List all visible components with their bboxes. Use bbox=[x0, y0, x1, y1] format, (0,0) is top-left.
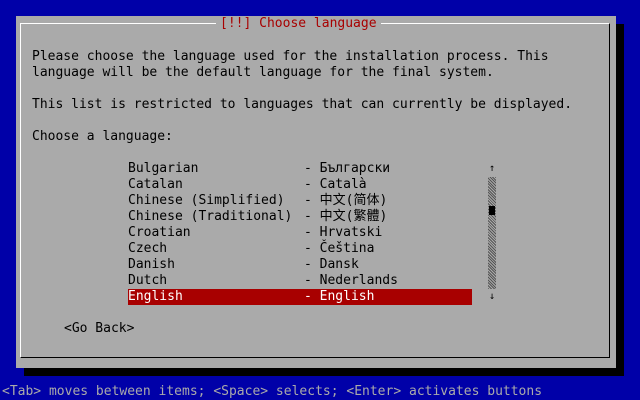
language-list[interactable]: Bulgarian - Български Catalan - Català Chine… bbox=[128, 161, 472, 305]
list-item[interactable]: Dutch - Nederlands bbox=[128, 273, 472, 289]
list-item[interactable]: Chinese (Traditional) - 中文(繁體) bbox=[128, 209, 472, 225]
language-name: English bbox=[128, 289, 183, 304]
language-name: Chinese (Simplified) bbox=[128, 193, 285, 208]
dialog-shadow bbox=[616, 24, 624, 376]
list-item[interactable]: Croatian - Hrvatski bbox=[128, 225, 472, 241]
language-native-name: - Hrvatski bbox=[304, 225, 383, 240]
scroll-down-arrow-icon[interactable]: ↓ bbox=[488, 289, 496, 305]
list-item[interactable]: Chinese (Simplified) - 中文(简体) bbox=[128, 193, 472, 209]
list-item[interactable]: Danish - Dansk bbox=[128, 257, 472, 273]
dialog-title-bar: [!!] Choose language bbox=[216, 16, 381, 32]
installer-screen: [!!] Choose language Please choose the l… bbox=[0, 0, 640, 400]
language-native-name: - English bbox=[304, 289, 375, 304]
list-item[interactable]: Czech - Čeština bbox=[128, 241, 472, 257]
scroll-up-arrow-icon[interactable]: ↑ bbox=[488, 161, 496, 177]
language-name: Catalan bbox=[128, 177, 183, 192]
scrollbar-thumb[interactable] bbox=[489, 206, 495, 215]
dialog-shadow bbox=[24, 368, 624, 376]
language-native-name: - 中文(简体) bbox=[304, 193, 388, 208]
restriction-note: This list is restricted to languages tha… bbox=[32, 97, 573, 112]
intro-text-line-2: language will be the default language fo… bbox=[32, 65, 494, 80]
scrollbar-track[interactable] bbox=[488, 177, 496, 289]
dialog-title: [!!] Choose language bbox=[220, 16, 377, 31]
language-native-name: - Nederlands bbox=[304, 273, 398, 288]
choose-language-prompt: Choose a language: bbox=[32, 129, 173, 144]
language-name: Dutch bbox=[128, 273, 168, 288]
list-item[interactable]: Catalan - Català bbox=[128, 177, 472, 193]
language-native-name: - 中文(繁體) bbox=[304, 209, 388, 224]
intro-text-line-1: Please choose the language used for the … bbox=[32, 49, 549, 64]
language-name: Czech bbox=[128, 241, 168, 256]
language-name: Chinese (Traditional) bbox=[128, 209, 293, 224]
language-native-name: - Català bbox=[304, 177, 367, 192]
list-item[interactable]: Bulgarian - Български bbox=[128, 161, 472, 177]
language-name: Bulgarian bbox=[128, 161, 199, 176]
language-name: Croatian bbox=[128, 225, 191, 240]
keyboard-help-status-bar: <Tab> moves between items; <Space> selec… bbox=[0, 384, 640, 400]
language-native-name: - Čeština bbox=[304, 241, 375, 256]
language-native-name: - Dansk bbox=[304, 257, 359, 272]
go-back-button[interactable]: <Go Back> bbox=[64, 321, 134, 337]
list-item-selected[interactable]: English - English bbox=[128, 289, 472, 305]
language-list-scrollbar[interactable]: ↑ ↓ bbox=[488, 161, 496, 305]
language-name: Danish bbox=[128, 257, 175, 272]
choose-language-dialog: [!!] Choose language Please choose the l… bbox=[16, 16, 616, 368]
language-native-name: - Български bbox=[304, 161, 391, 176]
